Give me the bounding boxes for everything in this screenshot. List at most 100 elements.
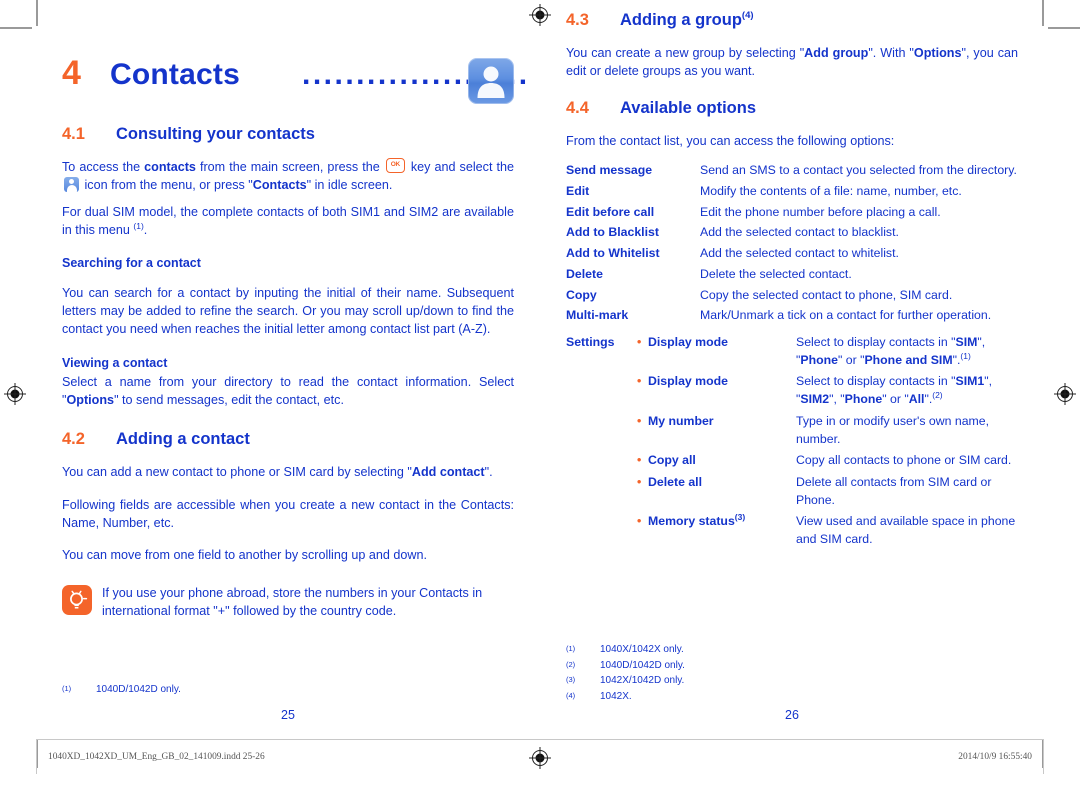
settings-row: • Copy all Copy all contacts to phone or … [636, 452, 1018, 470]
available-options-list: Send message Send an SMS to a contact yo… [566, 162, 1018, 325]
contacts-menu-icon [64, 177, 79, 193]
page-number-left: 25 [281, 708, 295, 722]
text-fragment: icon from the menu, or press " [81, 178, 253, 193]
settings-term: • Memory status(3) [636, 513, 796, 531]
footnote-mark: (2) [566, 659, 576, 669]
text-fragment: Select to display contacts in " [796, 374, 956, 389]
option-row: Multi-mark Mark/Unmark a tick on a conta… [566, 307, 1018, 325]
option-term: Multi-mark [566, 308, 629, 323]
settings-label: Settings [566, 335, 615, 349]
option-term: Add to Whitelist [566, 246, 660, 261]
option-definition: Copy the selected contact to phone, SIM … [700, 287, 953, 302]
footnote-ref: (1) [960, 350, 971, 361]
text-bold-contacts-label: Contacts [252, 178, 307, 193]
footnote-text: 1040D/1042D only. [96, 684, 181, 695]
footnote-item: (1) 1040X/1042X only. [566, 642, 1018, 658]
registration-target-icon [529, 747, 551, 769]
left-page-column: 4 Contacts ............................ … [62, 50, 528, 722]
text-bold-options: Options [66, 393, 115, 408]
text-fragment: " or " [882, 392, 909, 407]
text-bold-sim1: SIM1 [955, 374, 985, 389]
text-fragment: " in idle screen. [306, 178, 393, 193]
option-term: Send message [566, 163, 653, 178]
section-heading-4-2: 4.2 Adding a contact [62, 431, 514, 453]
option-definition: Delete the selected contact. [700, 266, 852, 281]
settings-row: • Memory status(3) View used and availabl… [636, 513, 1018, 548]
section-number: 4.2 [62, 430, 85, 449]
bullet-icon: • [637, 374, 642, 389]
left-footnotes: (1) 1040D/1042D only. [62, 682, 514, 698]
text-bold-add-contact: Add contact [411, 465, 485, 480]
tip-note: If you use your phone abroad, store the … [62, 584, 514, 620]
settings-term-label: Display mode [648, 374, 728, 389]
text-fragment: ". [484, 465, 493, 480]
footnote-text: 1040X/1042X only. [600, 644, 684, 655]
text-bold-phone: Phone [844, 392, 883, 407]
footnote-item: (2) 1040D/1042D only. [566, 658, 1018, 674]
text-fragment: You can create a new group by selecting … [566, 46, 805, 60]
subheading-searching-for-a-contact: Searching for a contact [62, 255, 201, 270]
footnote-text: 1040D/1042D only. [600, 659, 685, 671]
text-bold-options: Options [913, 46, 962, 60]
settings-option-block: Settings • Display mode Select to display… [566, 334, 1018, 553]
footnote-ref: (3) [734, 512, 746, 523]
print-bar-right-edge [1043, 740, 1044, 774]
option-row: Edit Modify the contents of a file: name… [566, 183, 1018, 201]
bullet-icon: • [637, 335, 642, 349]
text-fragment: Select to display contacts in " [796, 335, 956, 349]
text-bold-all: All [908, 392, 925, 407]
settings-term: • Delete all [636, 474, 796, 492]
footnote-mark: (4) [566, 690, 576, 700]
indd-filename: 1040XD_1042XD_UM_Eng_GB_02_141009.indd 2… [48, 752, 265, 762]
lightbulb-icon [62, 584, 92, 615]
footnote-ref: (1) [133, 221, 144, 232]
paragraph-add-group: You can create a new group by selecting … [566, 44, 1018, 80]
settings-items: • Display mode Select to display contacts… [636, 334, 1018, 553]
page-number-right: 26 [785, 708, 799, 722]
settings-definition: Type in or modify user's own name, numbe… [796, 413, 990, 446]
settings-term: • My number [636, 413, 796, 431]
paragraph-searching: You can search for a contact by inputing… [62, 285, 514, 336]
section-number: 4.4 [566, 99, 589, 118]
text-bold-sim: SIM [955, 335, 978, 349]
text-bold-contacts: contacts [144, 160, 196, 174]
settings-term: • Display mode [636, 373, 796, 391]
settings-term-label: Copy all [648, 453, 696, 468]
text-fragment: ". With " [868, 46, 914, 60]
settings-row: • My number Type in or modify user's own … [636, 413, 1018, 448]
settings-row: • Display mode Select to display contacts… [636, 373, 1018, 408]
print-timestamp: 2014/10/9 16:55:40 [958, 752, 1032, 762]
settings-row: • Display mode Select to display contacts… [636, 334, 1018, 369]
ok-key-icon [385, 158, 405, 173]
chapter-number: 4 [62, 54, 81, 92]
option-definition: Modify the contents of a file: name, num… [700, 184, 962, 199]
footnote-text: 1042X/1042D only. [600, 675, 685, 686]
option-definition: Edit the phone number before placing a c… [700, 204, 941, 219]
option-term: Copy [566, 287, 597, 302]
paragraph-access-contacts: To access the contacts from the main scr… [62, 158, 514, 194]
text-bold-sim2: SIM2 [800, 392, 830, 407]
option-term: Edit before call [566, 204, 655, 219]
settings-term-label: Display mode [648, 335, 728, 349]
paragraph-dual-sim: For dual SIM model, the complete contact… [62, 203, 514, 239]
text-fragment: ", " [829, 392, 845, 407]
option-definition: Add the selected contact to whitelist. [700, 246, 899, 261]
text-bold-phone: Phone [800, 352, 838, 367]
print-bar-rule [36, 739, 1044, 740]
settings-term: • Copy all [636, 452, 796, 470]
footnote-item: (3) 1042X/1042D only. [566, 673, 1018, 689]
footnote-ref: (4) [741, 10, 754, 21]
text-fragment: You can add a new contact to phone or SI… [62, 465, 412, 480]
print-info-bar: 1040XD_1042XD_UM_Eng_GB_02_141009.indd 2… [0, 739, 1080, 789]
settings-definition: Delete all contacts from SIM card or Pho… [796, 474, 992, 507]
paragraph-add-contact: You can add a new contact to phone or SI… [62, 463, 514, 481]
settings-term-label: My number [648, 413, 714, 428]
settings-term-label: Delete all [648, 474, 702, 489]
settings-term: • Display mode [636, 334, 796, 352]
right-page-column: 4.3 Adding a group(4) You can create a ne… [566, 10, 1018, 722]
contacts-person-icon [468, 58, 514, 104]
section-heading-4-4: 4.4 Available options [566, 100, 1018, 122]
settings-definition: Select to display contacts in "SIM", "Ph… [796, 334, 1018, 369]
bullet-icon: • [637, 453, 642, 468]
option-definition: Add the selected contact to blacklist. [700, 225, 899, 240]
